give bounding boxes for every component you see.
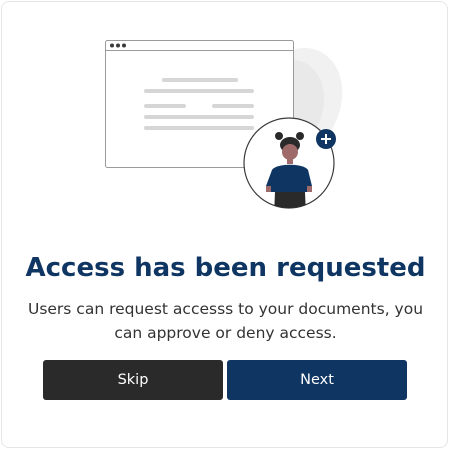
plus-icon bbox=[316, 129, 336, 149]
next-button[interactable]: Next bbox=[227, 360, 407, 400]
dialog-title: Access has been requested bbox=[25, 253, 426, 283]
skip-button[interactable]: Skip bbox=[43, 360, 223, 400]
dialog-description: Users can request accesss to your docume… bbox=[27, 300, 424, 342]
access-request-illustration bbox=[105, 40, 343, 209]
